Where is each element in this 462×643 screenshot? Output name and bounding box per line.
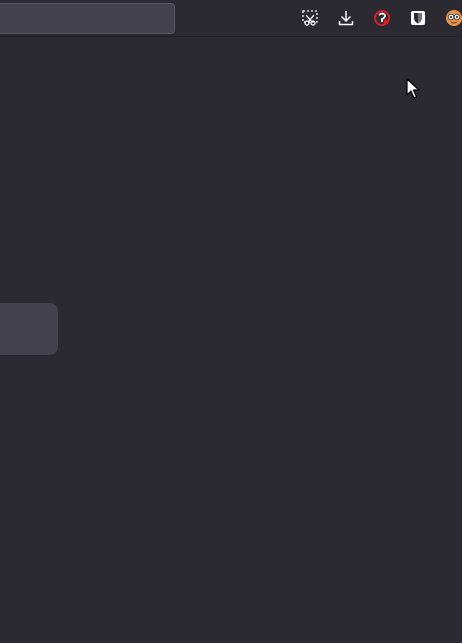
download-icon: [337, 9, 355, 27]
bitwarden-shield-icon: [410, 10, 426, 26]
extension-button-red[interactable]: [371, 7, 393, 29]
mouse-cursor-icon: [406, 78, 420, 100]
url-bar[interactable]: [0, 3, 175, 34]
downloads-button[interactable]: [335, 7, 357, 29]
extension-red-icon: [373, 9, 391, 27]
browser-toolbar: [0, 0, 462, 37]
screenshot-icon: [301, 9, 319, 27]
content-card[interactable]: [0, 303, 58, 355]
screenshot-button[interactable]: [299, 7, 321, 29]
extension-avatar-button[interactable]: [443, 7, 462, 29]
page-content: [0, 37, 462, 643]
extension-avatar-icon: [444, 8, 462, 28]
bitwarden-button[interactable]: [407, 7, 429, 29]
